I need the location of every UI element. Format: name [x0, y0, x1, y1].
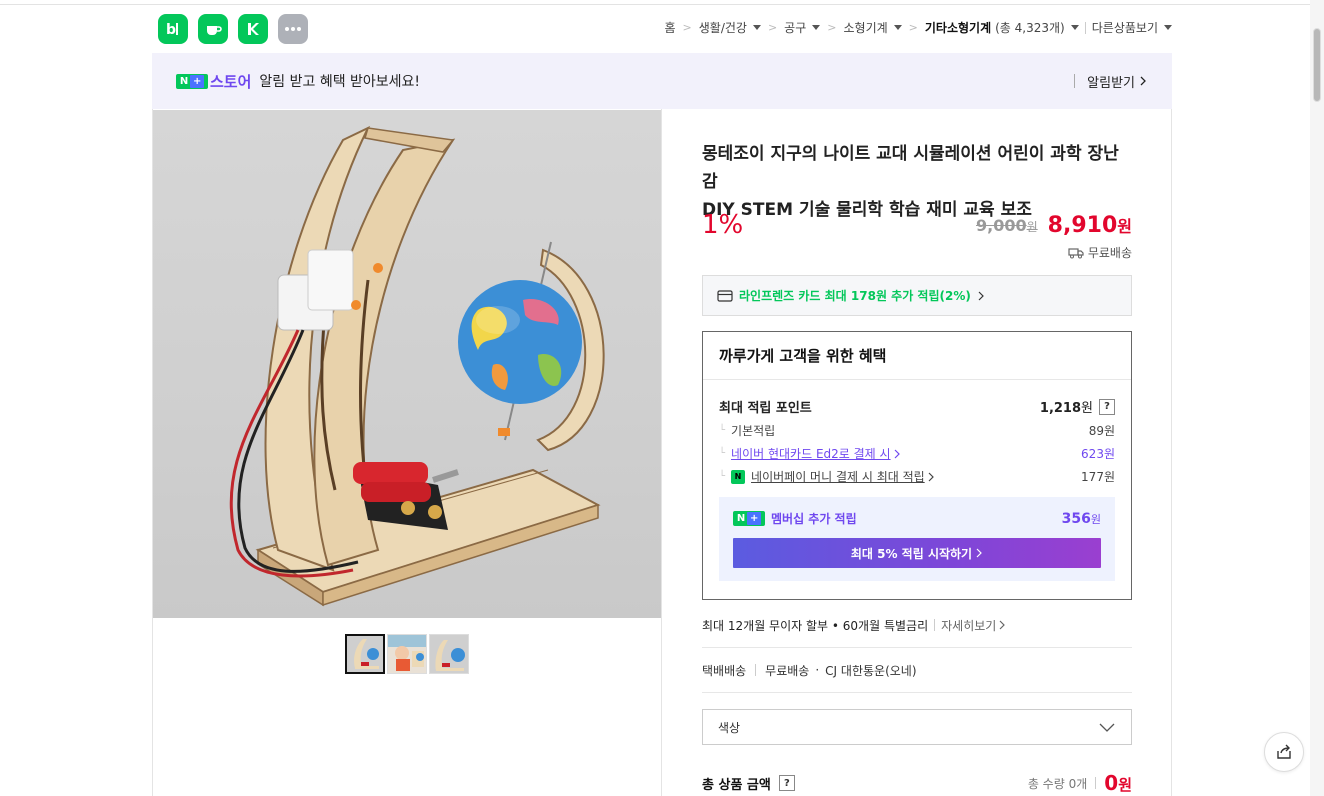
chevron-right-icon: [1140, 76, 1146, 86]
chevron-down-icon: [1099, 723, 1115, 732]
max-points-row: 최대 적립 포인트 1,218원 ?: [719, 397, 1115, 416]
share-button[interactable]: [1264, 732, 1304, 772]
sale-price: 8,910원: [1047, 212, 1132, 238]
truck-icon: [1068, 247, 1084, 258]
product-title-line-1: 몽테조이 지구의 나이트 교대 시뮬레이션 어린이 과학 장난감: [702, 144, 1119, 192]
naver-plus-badge-icon: N +: [176, 73, 208, 89]
installment-info: 최대 12개월 무이자 할부 • 60개월 특별금리 자세히보기: [702, 614, 1132, 636]
caret-down-icon: [812, 25, 821, 30]
divider: [1074, 74, 1076, 88]
tree-branch-icon: └: [719, 471, 726, 482]
basic-points-row: └ 기본적립 89원: [719, 424, 1115, 438]
total-amount: 0원: [1104, 771, 1132, 795]
scrollbar-thumb[interactable]: [1313, 28, 1321, 102]
total-quantity: 총 수량 0개: [1027, 776, 1088, 791]
more-apps-icon[interactable]: [278, 14, 308, 44]
breadcrumb: 홈 > 생활/건강 > 공구 > 소형기계 > 기타소형기계 (총 4,323개)…: [664, 19, 1172, 36]
crumb-home[interactable]: 홈: [664, 19, 675, 36]
divider: [702, 692, 1132, 693]
installment-details-link[interactable]: 자세히보기: [941, 617, 996, 634]
chevron-right-icon: >: [767, 21, 778, 34]
chevron-right-icon: >: [908, 21, 918, 34]
page-scrollbar[interactable]: [1310, 0, 1324, 796]
membership-row: N + 멤버십 추가 적립 356원: [733, 510, 1101, 527]
crumb-other-products[interactable]: 다른상품보기: [1092, 19, 1172, 36]
thumbnail-2[interactable]: [387, 634, 427, 674]
chevron-right-icon: >: [682, 21, 692, 34]
tree-branch-icon: └: [719, 425, 726, 436]
chevron-right-icon: [999, 620, 1006, 630]
original-price: 9,000원: [976, 215, 1038, 235]
store-wordmark: 스토어: [210, 72, 252, 91]
hyundai-card-link[interactable]: 네이버 현대카드 Ed2로 결제 시: [731, 445, 891, 462]
share-icon: [1277, 744, 1291, 759]
top-divider: [0, 4, 1310, 5]
help-button[interactable]: ?: [778, 775, 795, 791]
divider: [755, 664, 757, 676]
total-label: 총 상품 금액: [702, 777, 771, 793]
chevron-right-icon: [978, 291, 984, 300]
chevron-right-icon: [976, 548, 982, 558]
credit-card-icon: [717, 289, 733, 302]
caret-down-icon: [893, 25, 902, 30]
card-promo-link[interactable]: 라인프렌즈 카드 최대 178원 추가 적립(2%): [702, 275, 1132, 316]
chevron-right-icon: >: [827, 21, 837, 34]
npay-money-link[interactable]: 네이버페이 머니 결제 시 최대 적립: [751, 468, 925, 485]
discount-rate: 1%: [702, 210, 744, 240]
benefit-heading: 까루가게 고객을 위한 혜택: [703, 332, 1131, 380]
shipping-info: 무료배송: [702, 244, 1132, 261]
caret-down-icon: [1164, 25, 1172, 30]
help-button[interactable]: ?: [1099, 398, 1115, 415]
benefit-box: 까루가게 고객을 위한 혜택 최대 적립 포인트 1,218원 ? └ 기본적립…: [702, 331, 1132, 600]
chevron-right-icon: [894, 449, 900, 458]
naver-plus-badge-icon: N +: [733, 511, 765, 526]
divider: [1095, 777, 1097, 789]
price-row: 1% 9,000원 8,910원: [702, 205, 1132, 245]
delivery-info: 택배배송 무료배송 · CJ 대한통운(오네): [702, 663, 917, 678]
membership-start-button[interactable]: 최대 5% 적립 시작하기: [733, 538, 1101, 568]
blog-app-icon[interactable]: b: [158, 14, 188, 44]
color-option-select[interactable]: 색상: [702, 709, 1132, 745]
cafe-app-icon[interactable]: [198, 14, 228, 44]
image-thumbnails: [345, 634, 469, 674]
app-shortcuts: b: [158, 14, 308, 44]
caret-down-icon: [752, 25, 761, 30]
thumbnail-1[interactable]: [345, 634, 385, 674]
banner-message: 알림 받고 혜택 받아보세요!: [259, 74, 421, 90]
divider: [934, 619, 936, 631]
hyundai-card-row: └ 네이버 현대카드 Ed2로 결제 시 623원: [719, 445, 1115, 462]
naver-pay-icon: N: [731, 469, 746, 484]
crumb-category-2[interactable]: 공구: [784, 19, 821, 36]
crumb-category-3[interactable]: 소형기계: [843, 19, 902, 36]
store-alert-banner: N + 스토어 알림 받고 혜택 받아보세요! 알림받기: [152, 53, 1172, 109]
divider: [702, 647, 1132, 648]
membership-section: N + 멤버십 추가 적립 356원 최대 5% 적립 시작하기: [719, 497, 1115, 581]
thumbnail-3[interactable]: [429, 634, 469, 674]
tree-branch-icon: └: [719, 448, 726, 459]
naver-plus-store-logo: N + 스토어: [176, 71, 251, 92]
crumb-category-4[interactable]: 기타소형기계 (총 4,323개): [925, 19, 1079, 36]
crumb-category-1[interactable]: 생활/건강: [699, 19, 761, 36]
product-main-image[interactable]: [153, 110, 661, 618]
total-price-row: 총 상품 금액 ? 총 수량 0개 0원: [702, 770, 1132, 796]
chevron-right-icon: [928, 472, 934, 481]
svg-text:b: b: [166, 22, 176, 38]
npay-money-row: └ N 네이버페이 머니 결제 시 최대 적립 177원: [719, 468, 1115, 485]
alarm-subscribe-button[interactable]: 알림받기: [1074, 72, 1148, 91]
caret-down-icon: [1070, 25, 1079, 30]
shortcut-app-icon[interactable]: [238, 14, 268, 44]
divider: [1084, 21, 1086, 34]
